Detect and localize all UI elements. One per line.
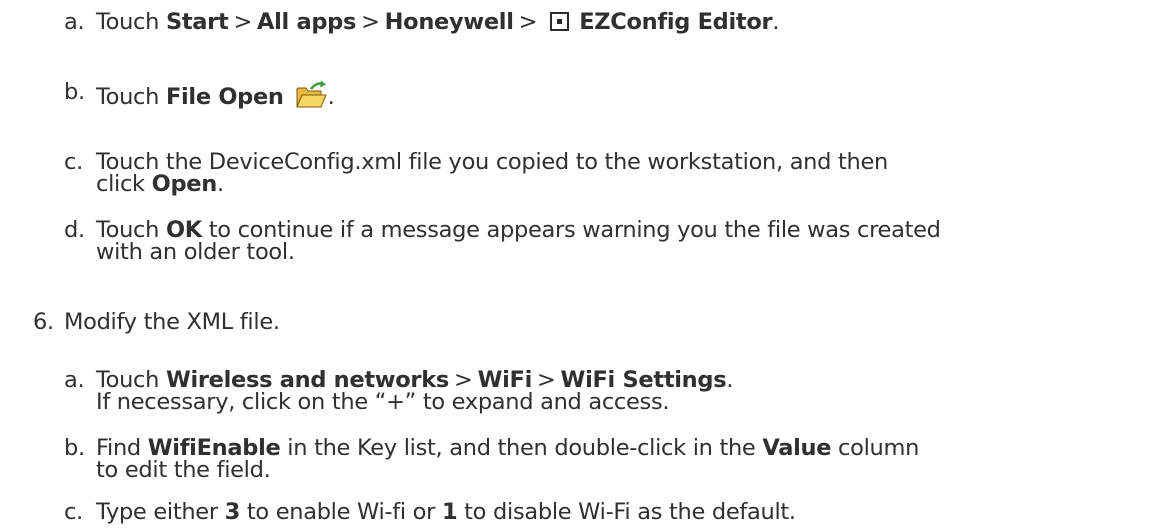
step-label: c.: [64, 149, 83, 175]
ezconfig-editor-term: EZConfig Editor: [579, 9, 773, 35]
open-term: Open: [151, 171, 218, 197]
step-number: 6.: [33, 309, 54, 335]
honeywell-term: Honeywell: [384, 9, 514, 35]
step-text-line-2: If necessary, click on the “+” to expand…: [96, 389, 670, 415]
breadcrumb-separator: >: [233, 9, 252, 35]
ezconfig-app-icon: [550, 12, 570, 31]
step-text: Type either 3 to enable Wi-fi or 1 to di…: [96, 499, 796, 525]
step-label: a.: [64, 367, 85, 393]
breadcrumb-separator: >: [518, 9, 538, 35]
step-text-line-2: with an older tool.: [96, 239, 295, 265]
step-label: d.: [64, 217, 85, 243]
step-label: b.: [64, 435, 85, 461]
start-menu-term: Start: [165, 9, 229, 35]
step-label: c.: [64, 499, 83, 525]
file-open-term: File Open: [165, 84, 284, 110]
open-folder-icon: [295, 80, 327, 108]
value-term: Value: [762, 435, 832, 461]
step-text-line-2: click Open.: [96, 171, 224, 197]
step-text: Touch File Open .: [96, 80, 335, 110]
enable-value: 3: [224, 499, 241, 525]
step-text-line-2: to edit the field.: [96, 457, 271, 483]
all-apps-term: All apps: [257, 9, 357, 35]
step-text: Modify the XML file.: [64, 309, 280, 335]
step-text: Touch Start > All apps > Honeywell > EZConfig …: [96, 9, 780, 35]
disable-value: 1: [441, 499, 458, 525]
document-page: a. Touch Start > All apps > Honeywell > EZConf…: [0, 0, 1155, 529]
step-label: b.: [64, 79, 85, 105]
step-label: a.: [64, 9, 85, 35]
breadcrumb-separator: >: [361, 9, 380, 35]
